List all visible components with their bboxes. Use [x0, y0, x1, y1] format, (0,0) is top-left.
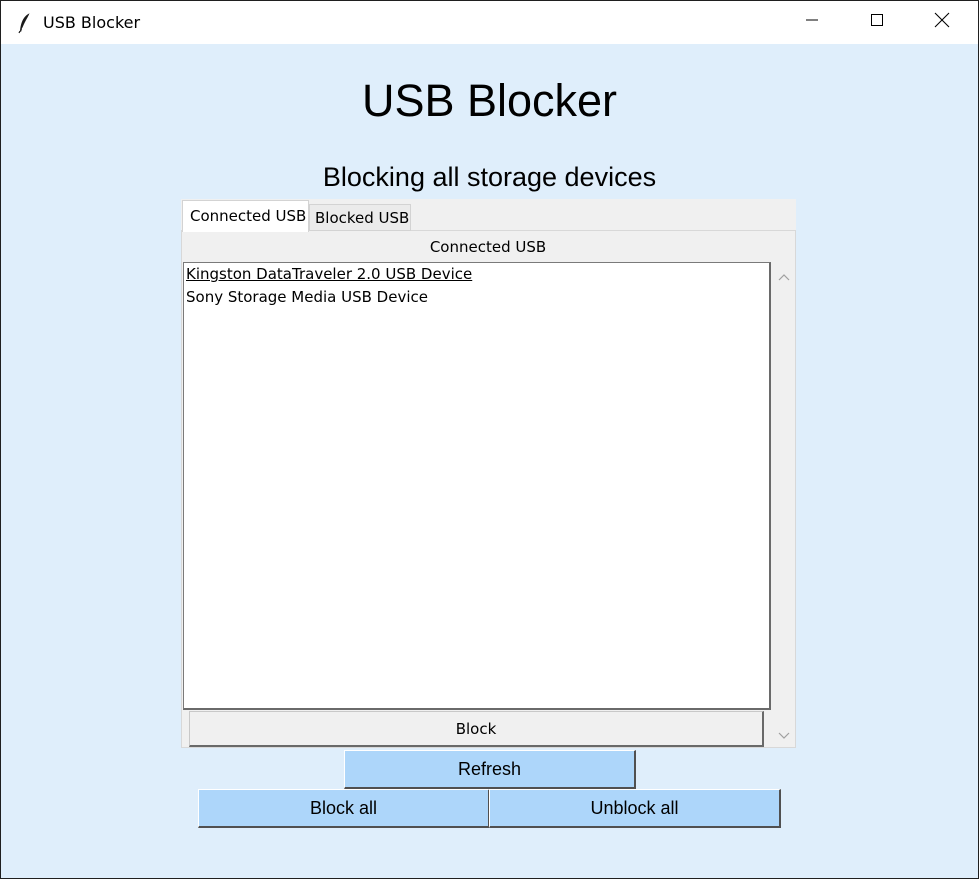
tab-connected-usb[interactable]: Connected USB [182, 200, 309, 232]
device-listbox[interactable]: Kingston DataTraveler 2.0 USB Device Son… [183, 262, 771, 710]
tab-panel-connected: Connected USB Kingston DataTraveler 2.0 … [181, 230, 796, 748]
list-item[interactable]: Kingston DataTraveler 2.0 USB Device [186, 265, 472, 283]
maximize-button[interactable] [845, 1, 909, 44]
block-all-button[interactable]: Block all [198, 789, 490, 828]
window-title: USB Blocker [43, 13, 141, 32]
scroll-up-icon[interactable] [778, 269, 790, 281]
scroll-down-icon[interactable] [778, 728, 790, 739]
minimize-button[interactable] [780, 1, 844, 44]
title-bar[interactable]: USB Blocker [1, 1, 978, 44]
app-heading: USB Blocker [361, 75, 618, 126]
block-button[interactable]: Block [189, 711, 764, 747]
minimize-icon [805, 13, 819, 32]
feather-icon [17, 12, 33, 34]
usb-blocker-window: USB Blocker USB Blocker Blocking all sto… [0, 0, 979, 879]
tab-blocked-usb[interactable]: Blocked USB [309, 204, 411, 231]
usb-notebook: Connected USB Kingston DataTraveler 2.0 … [181, 199, 796, 748]
close-icon [934, 12, 950, 33]
close-button[interactable] [910, 1, 974, 44]
list-item[interactable]: Sony Storage Media USB Device [186, 288, 428, 306]
panel-label: Connected USB [429, 238, 547, 256]
unblock-all-button[interactable]: Unblock all [489, 789, 781, 828]
maximize-icon [870, 13, 884, 32]
refresh-button[interactable]: Refresh [344, 750, 636, 789]
vertical-scrollbar[interactable] [774, 262, 794, 746]
blocking-status: Blocking all storage devices [322, 162, 657, 192]
